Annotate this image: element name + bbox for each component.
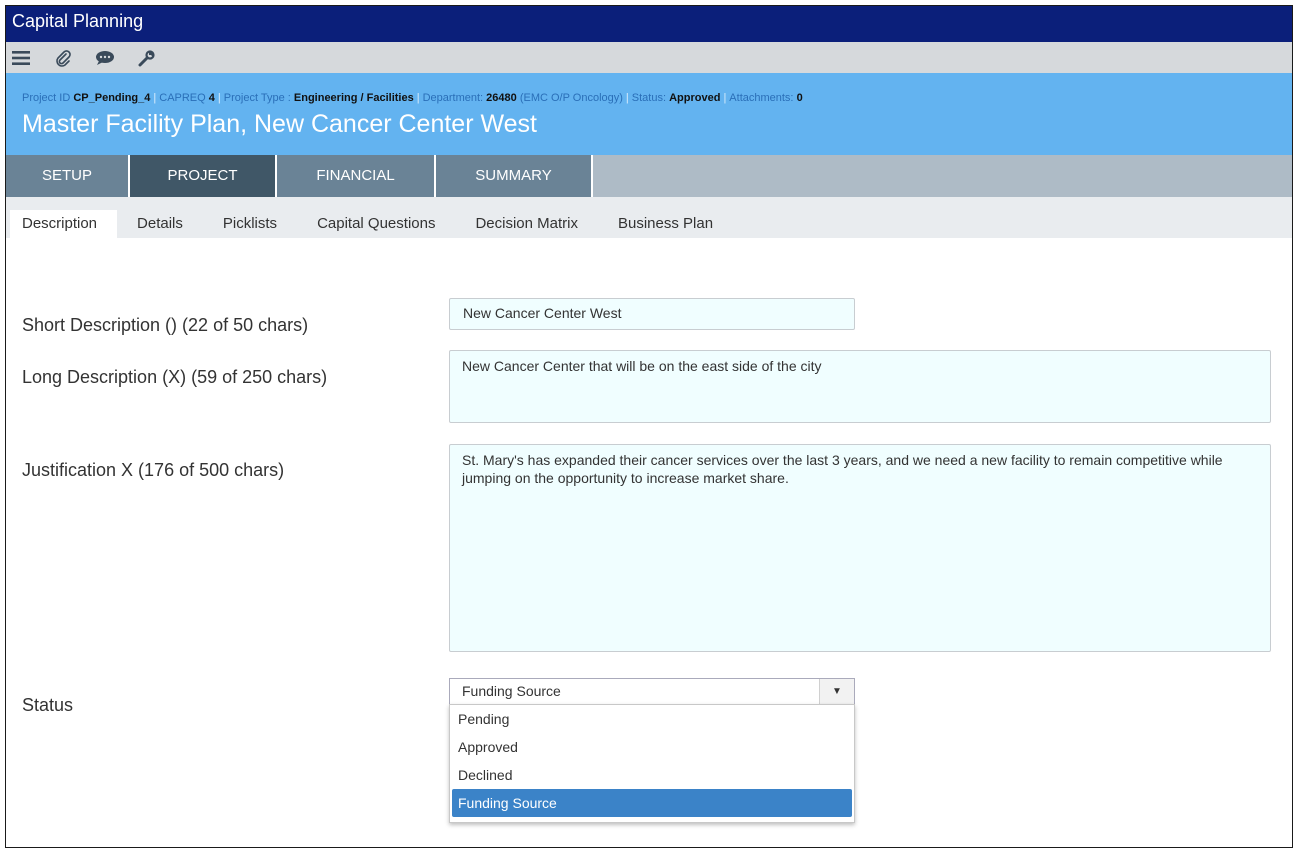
- department-label: Department:: [422, 92, 484, 104]
- subtab-details[interactable]: Details: [117, 197, 203, 238]
- project-meta: Project ID CP_Pending_4 | CAPREQ 4 | Project…: [22, 92, 803, 104]
- app-title: Capital Planning: [12, 11, 144, 31]
- department-name: (EMC O/P Oncology): [519, 92, 623, 104]
- long-description-label: Long Description (X) (59 of 250 chars): [22, 367, 328, 387]
- justification-textarea[interactable]: St. Mary's has expanded their cancer ser…: [449, 444, 1271, 652]
- long-description-textarea[interactable]: New Cancer Center that will be on the ea…: [449, 350, 1271, 423]
- capreq-value: 4: [208, 92, 215, 104]
- status-option-declined[interactable]: Declined: [450, 761, 854, 789]
- tab-summary[interactable]: SUMMARY: [436, 155, 593, 197]
- tab-financial[interactable]: FINANCIAL: [277, 155, 436, 197]
- project-type-value: Engineering / Facilities: [293, 92, 414, 104]
- subtab-decision-matrix[interactable]: Decision Matrix: [455, 197, 598, 238]
- short-description-label: Short Description () (22 of 50 chars): [22, 315, 309, 335]
- status-option-approved[interactable]: Approved: [450, 733, 854, 761]
- comment-icon[interactable]: [84, 42, 126, 73]
- dropdown-arrow-icon[interactable]: ▼: [819, 679, 854, 704]
- app-title-bar: Capital Planning: [6, 6, 1292, 42]
- status-option-funding-source[interactable]: Funding Source: [452, 789, 852, 817]
- department-value: 26480: [486, 92, 517, 104]
- tab-setup[interactable]: SETUP: [6, 155, 130, 197]
- status-field-label: Status: [22, 695, 74, 715]
- app-window: Capital Planning Project ID CP_Pending_4…: [5, 5, 1293, 848]
- project-header: Project ID CP_Pending_4 | CAPREQ 4 | Project…: [6, 73, 1292, 155]
- project-type-label: Project Type :: [223, 92, 291, 104]
- subtab-capital-questions[interactable]: Capital Questions: [297, 197, 455, 238]
- paperclip-icon[interactable]: [42, 42, 84, 73]
- status-value: Approved: [669, 92, 721, 104]
- sub-tabs: Description Details Picklists Capital Qu…: [6, 197, 1292, 238]
- page-title: Master Facility Plan, New Cancer Center …: [22, 110, 537, 138]
- subtab-picklists[interactable]: Picklists: [203, 197, 297, 238]
- status-label: Status:: [631, 92, 667, 104]
- status-select[interactable]: Funding Source ▼: [449, 678, 855, 705]
- menu-icon[interactable]: [12, 42, 42, 73]
- subtab-business-plan[interactable]: Business Plan: [598, 197, 733, 238]
- justification-label: Justification X (176 of 500 chars): [22, 460, 285, 480]
- subtab-description[interactable]: Description: [10, 210, 118, 238]
- main-tabs: SETUP PROJECT FINANCIAL SUMMARY: [6, 155, 1292, 197]
- short-description-input[interactable]: New Cancer Center West: [449, 298, 855, 330]
- status-selected-value: Funding Source: [462, 683, 561, 699]
- attachments-label: Attachments:: [729, 92, 794, 104]
- wrench-icon[interactable]: [126, 42, 168, 73]
- attachments-value: 0: [796, 92, 803, 104]
- tab-project[interactable]: PROJECT: [130, 155, 277, 197]
- capreq-label: CAPREQ: [159, 92, 206, 104]
- project-id-label: Project ID: [22, 92, 71, 104]
- status-dropdown-list: Pending Approved Declined Funding Source: [449, 704, 855, 823]
- description-form: Short Description () (22 of 50 chars) Ne…: [6, 238, 1292, 847]
- status-option-pending[interactable]: Pending: [450, 705, 854, 733]
- project-id-value: CP_Pending_4: [73, 92, 151, 104]
- toolbar: [6, 42, 1292, 73]
